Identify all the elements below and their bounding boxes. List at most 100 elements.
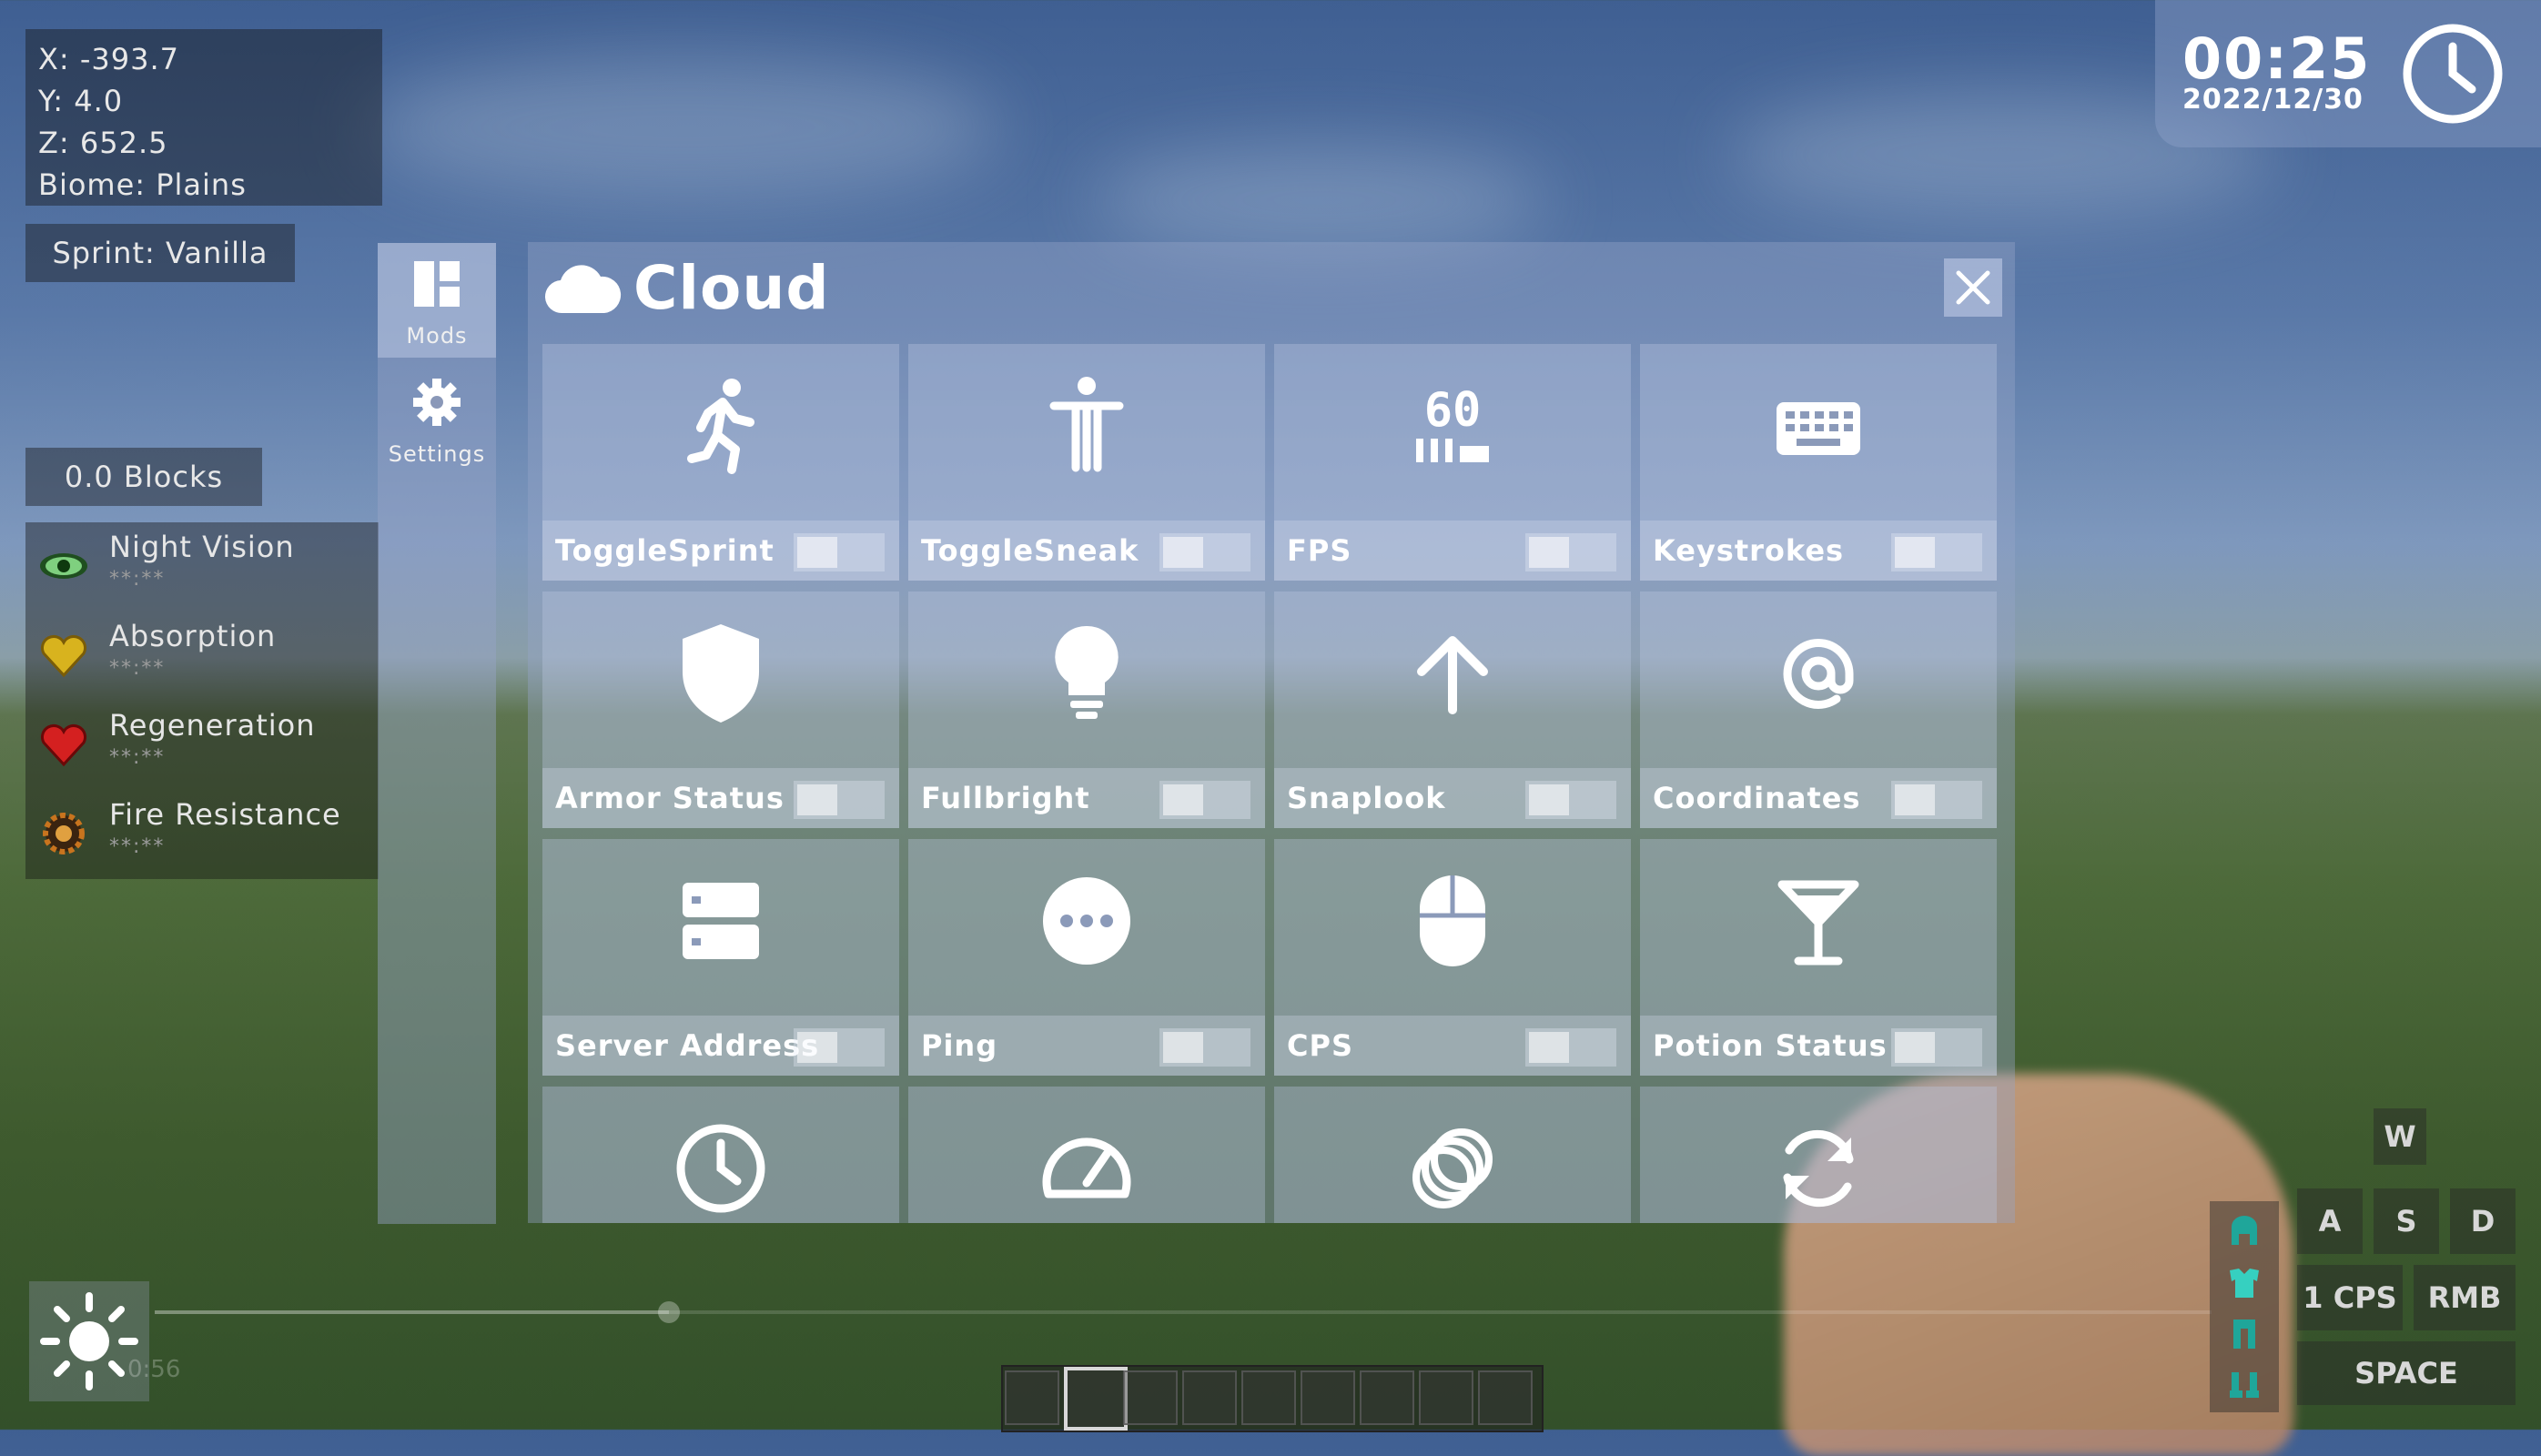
hotbar-slot[interactable]	[1123, 1370, 1178, 1425]
helmet-icon	[2232, 1216, 2257, 1245]
mod-name: ToggleSprint	[555, 533, 774, 568]
mod-card-keystrokes[interactable]: Keystrokes	[1640, 344, 1997, 581]
mod-card[interactable]	[1640, 1087, 1997, 1223]
biome-label: Biome: Plains	[38, 167, 247, 202]
hotbar-slot[interactable]	[1478, 1370, 1533, 1425]
effect-fire-resistance: Fire Resistance **:**	[25, 790, 379, 879]
coordinates-hud: X: -393.7 Y: 4.0 Z: 652.5 Biome: Plains	[25, 29, 382, 206]
mod-card-togglesneak[interactable]: ToggleSneak	[908, 344, 1265, 581]
key-rmb: RMB	[2414, 1265, 2516, 1330]
hotbar-slot[interactable]	[1301, 1370, 1355, 1425]
mod-card-togglesprint[interactable]: ToggleSprint	[542, 344, 899, 581]
menu-sidebar: Mods Settings	[378, 243, 496, 1224]
mod-card-potion-status[interactable]: Potion Status	[1640, 839, 1997, 1076]
mod-toggle[interactable]	[1525, 533, 1616, 571]
video-elapsed-time: 0:56	[127, 1356, 181, 1383]
mod-toggle[interactable]	[1525, 781, 1616, 819]
standing-person-icon	[1049, 377, 1124, 472]
mod-card-snaplook[interactable]: Snaplook	[1274, 592, 1631, 828]
sidebar-item-label: Mods	[406, 323, 468, 349]
sky-cloud	[364, 55, 1001, 200]
mod-name: Ping	[921, 1028, 998, 1063]
video-progress-bar[interactable]	[155, 1301, 2212, 1323]
mod-card-fps[interactable]: 60 FPS	[1274, 344, 1631, 581]
rings-icon	[1412, 1128, 1493, 1208]
sidebar-item-mods[interactable]: Mods	[378, 243, 496, 358]
ellipsis-circle-icon	[1043, 877, 1130, 965]
effect-name: Regeneration	[109, 708, 316, 743]
hotbar-slot[interactable]	[1360, 1370, 1414, 1425]
effect-duration: **:**	[109, 835, 166, 858]
coord-x: X: -393.7	[38, 42, 180, 76]
mod-toggle[interactable]	[1159, 533, 1250, 571]
coord-y: Y: 4.0	[38, 84, 124, 118]
sun-icon	[40, 1292, 138, 1390]
mod-card-ping[interactable]: Ping	[908, 839, 1265, 1076]
mod-card-fullbright[interactable]: Fullbright	[908, 592, 1265, 828]
effect-absorption: Absorption **:**	[25, 612, 379, 701]
mod-toggle[interactable]	[1891, 1028, 1982, 1067]
key-cps: 1 CPS	[2297, 1265, 2403, 1330]
hotbar-slot[interactable]	[1005, 1370, 1059, 1425]
sidebar-item-settings[interactable]: Settings	[378, 361, 496, 476]
fps-60-icon: 60	[1416, 383, 1489, 462]
fps-icon-text: 60	[1424, 383, 1482, 438]
mod-name: Server Address	[555, 1028, 820, 1063]
blocks-hud: 0.0 Blocks	[25, 448, 262, 506]
mod-card[interactable]	[542, 1087, 899, 1223]
mod-name: Armor Status	[555, 781, 785, 815]
mod-card-armor-status[interactable]: Armor Status	[542, 592, 899, 828]
hotbar-slot[interactable]	[1241, 1370, 1296, 1425]
mod-card-footer: ToggleSprint	[542, 521, 899, 581]
toggle-knob	[1163, 537, 1203, 568]
mod-card-footer: CPS	[1274, 1016, 1631, 1076]
clock-icon	[676, 1124, 765, 1213]
mod-toggle[interactable]	[1159, 781, 1250, 819]
potion-effects-hud: Night Vision **:** Absorption **:** Rege…	[25, 522, 379, 879]
chestplate-icon	[2230, 1269, 2259, 1298]
toggle-knob	[1895, 784, 1935, 815]
mod-toggle[interactable]	[1159, 1028, 1250, 1067]
toggle-knob	[797, 537, 837, 568]
coord-z: Z: 652.5	[38, 126, 168, 160]
toggle-knob	[797, 784, 837, 815]
mod-card[interactable]	[908, 1087, 1265, 1223]
effect-regeneration: Regeneration **:**	[25, 701, 379, 790]
mod-card-cps[interactable]: CPS	[1274, 839, 1631, 1076]
mod-card-footer: Coordinates	[1640, 768, 1997, 828]
key-a: A	[2297, 1188, 2363, 1254]
toggle-knob	[1895, 1032, 1935, 1063]
toggle-knob	[1529, 784, 1569, 815]
mod-toggle[interactable]	[794, 781, 885, 819]
key-d: D	[2450, 1188, 2516, 1254]
sprint-status-hud: Sprint: Vanilla	[25, 224, 295, 282]
brightness-button[interactable]	[29, 1281, 149, 1401]
mod-toggle[interactable]	[1891, 533, 1982, 571]
armor-status-hud	[2210, 1201, 2279, 1412]
toggle-knob	[797, 1032, 837, 1063]
server-icon	[683, 883, 759, 959]
video-progress-thumb[interactable]	[658, 1301, 680, 1323]
hotbar-slot[interactable]	[1064, 1367, 1128, 1431]
hotbar-slot[interactable]	[1182, 1370, 1237, 1425]
cocktail-glass-icon	[1777, 880, 1859, 966]
mod-toggle[interactable]	[794, 533, 885, 571]
panel-header: Cloud	[528, 242, 2015, 340]
mod-card-footer: Server Address	[542, 1016, 899, 1076]
mod-toggle[interactable]	[1891, 781, 1982, 819]
mod-card-footer: Keystrokes	[1640, 521, 1997, 581]
mod-card-coordinates[interactable]: Coordinates	[1640, 592, 1997, 828]
mod-toggle[interactable]	[1525, 1028, 1616, 1067]
toggle-knob	[1895, 537, 1935, 568]
effect-name: Night Vision	[109, 530, 295, 564]
mod-card-footer: Fullbright	[908, 768, 1265, 828]
effect-name: Absorption	[109, 619, 277, 653]
toggle-knob	[1163, 1032, 1203, 1063]
mod-toggle[interactable]	[794, 1028, 885, 1067]
hotbar-slot[interactable]	[1419, 1370, 1473, 1425]
close-button[interactable]	[1944, 258, 2002, 317]
arrow-up-icon	[1417, 636, 1488, 714]
mod-card[interactable]	[1274, 1087, 1631, 1223]
mod-card-server-address[interactable]: Server Address	[542, 839, 899, 1076]
lightbulb-icon	[1055, 625, 1119, 719]
